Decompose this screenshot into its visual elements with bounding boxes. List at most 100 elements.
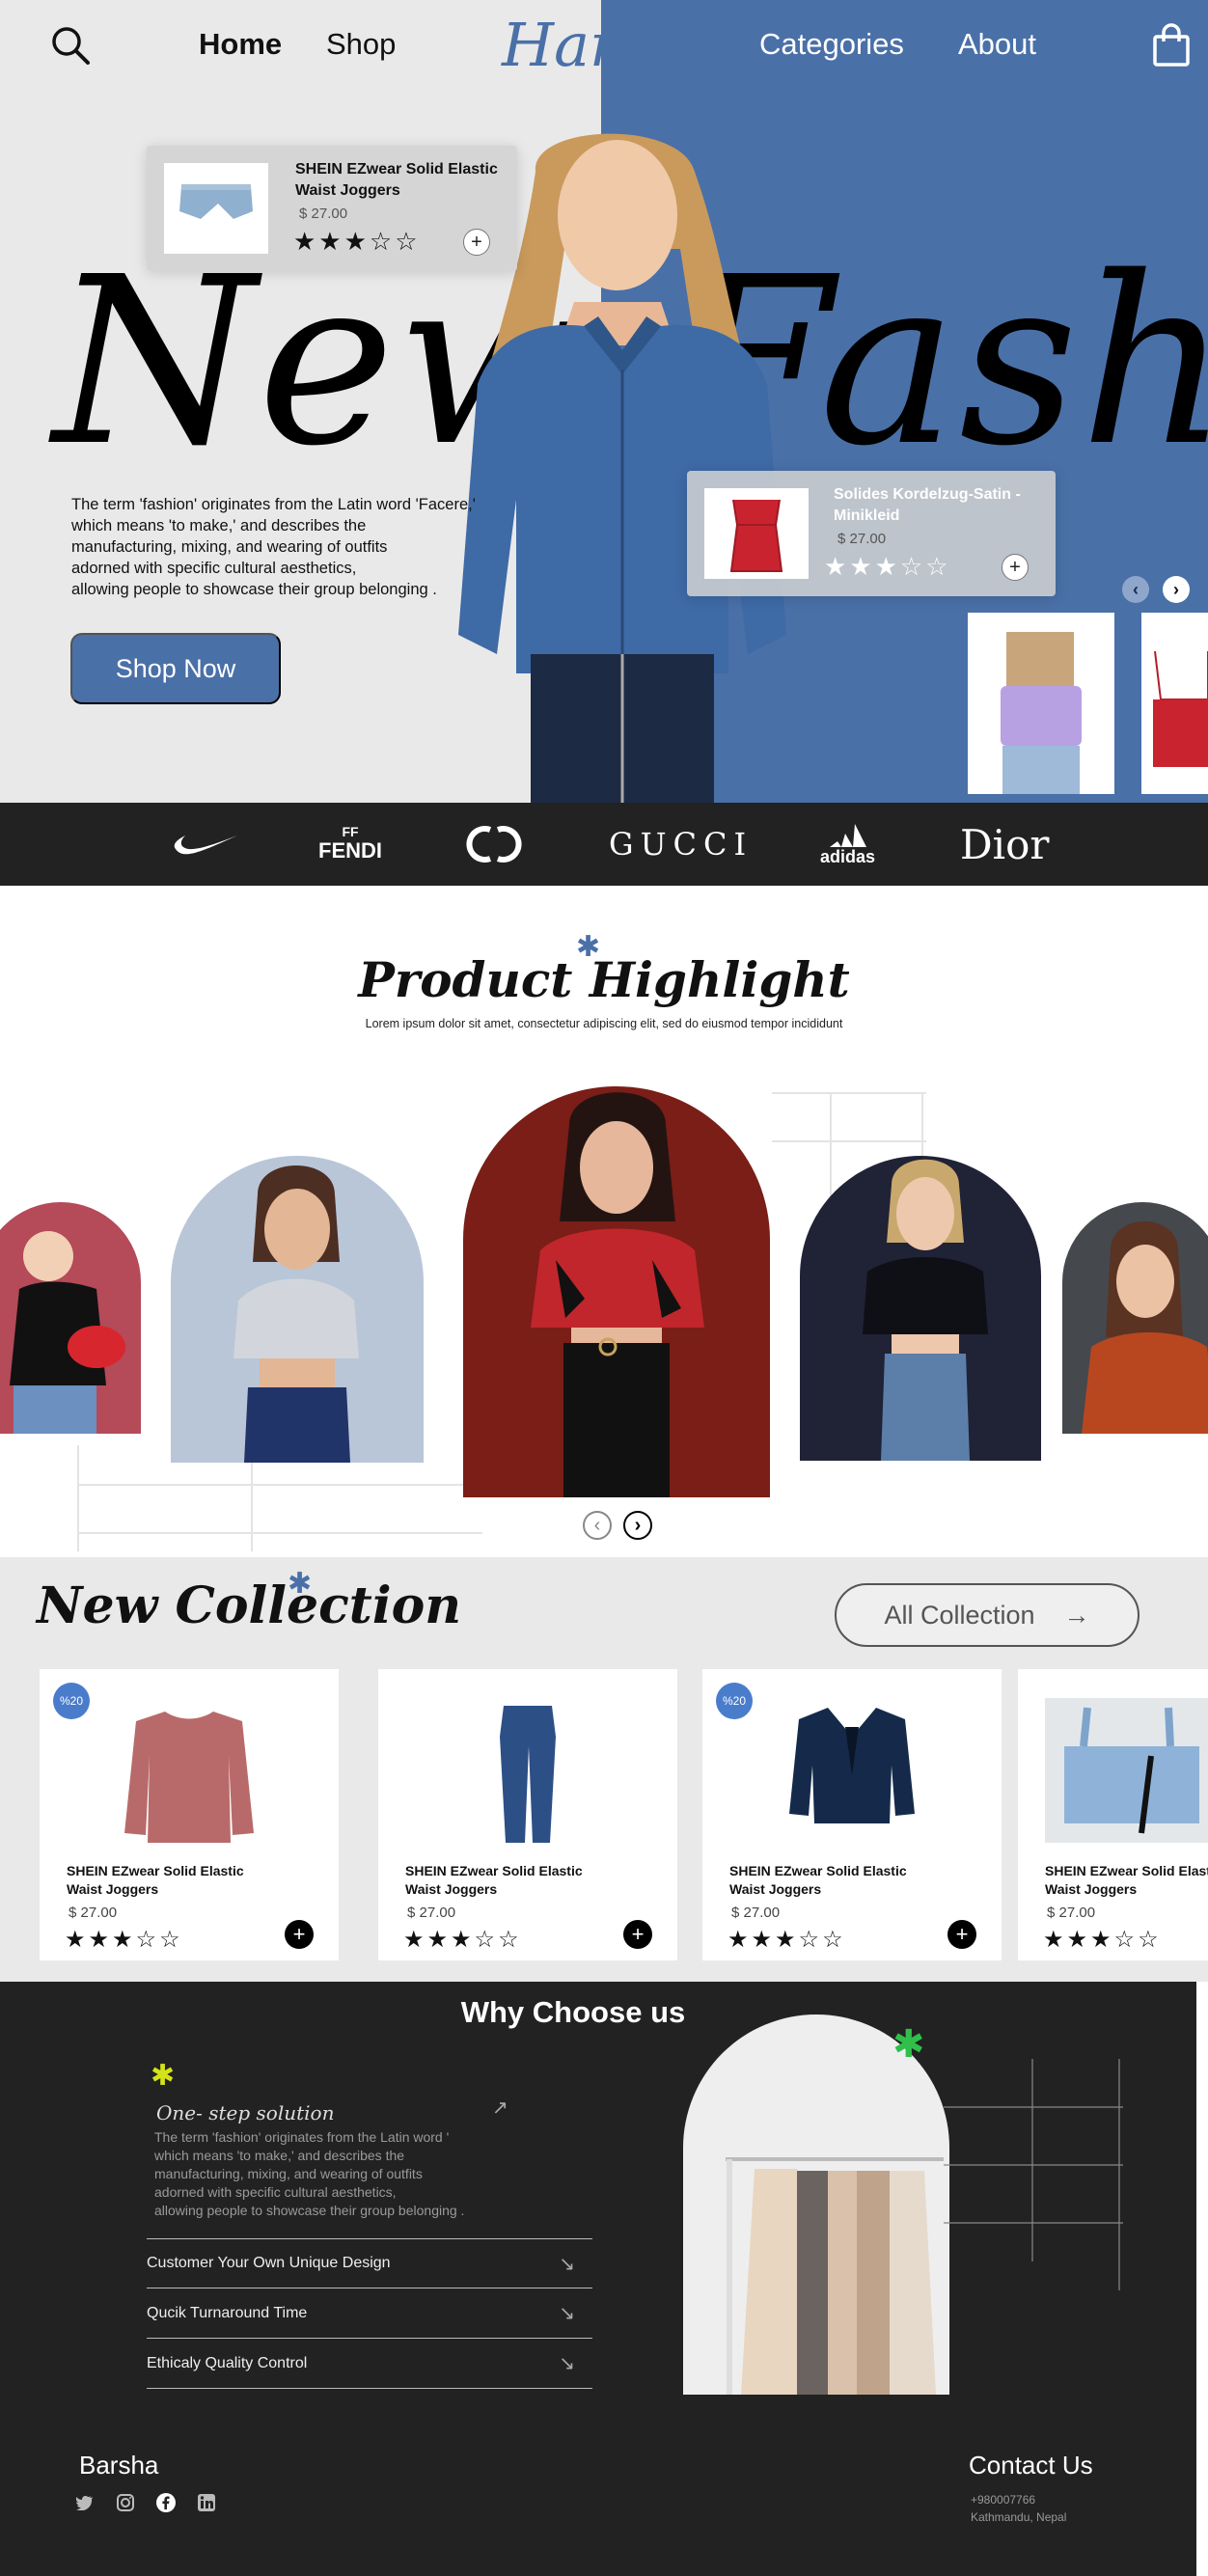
highlight-model-card[interactable] — [1062, 1202, 1208, 1434]
hero-product-card-2[interactable]: Solides Kordelzug-Satin -Minikleid $ 27.… — [687, 471, 1056, 596]
product-title: SHEIN EZwear Solid Elastic Waist Joggers — [67, 1863, 244, 1897]
new-collection-section: New Collection ✱ All Collection → %20 SH… — [0, 1557, 1208, 1982]
contact-phone[interactable]: +980007766 — [971, 2493, 1035, 2507]
contact-heading: Contact Us — [969, 2451, 1093, 2480]
brand-logo[interactable]: Hanger — [502, 10, 730, 80]
add-to-cart-button[interactable]: + — [463, 229, 490, 256]
product-title: SHEIN EZwear Solid Elastic Waist Joggers — [729, 1863, 907, 1897]
footer-brand: Barsha — [79, 2451, 159, 2480]
why-item-label: Customer Your Own Unique Design — [147, 2255, 391, 2271]
arrow-up-right-icon[interactable]: ↗ — [492, 2096, 508, 2120]
product-price: $ 27.00 — [69, 1905, 118, 1921]
highlight-next-button[interactable]: › — [623, 1511, 652, 1540]
product-card[interactable]: %20 SHEIN EZwear Solid Elastic Waist Jog… — [702, 1669, 1002, 1960]
nav-shop[interactable]: Shop — [326, 27, 396, 62]
all-collection-label: All Collection — [884, 1600, 1035, 1630]
discount-badge: %20 — [716, 1683, 753, 1719]
section-title: Why Choose us — [460, 1995, 686, 2029]
hero-product-card[interactable]: SHEIN EZwear Solid Elastic Waist Joggers… — [147, 146, 517, 271]
section-subtitle: Lorem ipsum dolor sit amet, consectetur … — [365, 1017, 843, 1030]
arrow-down-right-icon: ↘ — [559, 2253, 575, 2275]
section-title: Product Highlight — [358, 951, 850, 1008]
why-item[interactable]: Qucik Turnaround Time ↘ — [147, 2288, 592, 2339]
hero-section: Home Shop Hanger Categories About New Fa… — [0, 0, 1208, 803]
why-item-label: Qucik Turnaround Time — [147, 2304, 308, 2321]
arrow-right-icon: → — [1063, 1600, 1090, 1630]
grid-decoration — [944, 2059, 1123, 2290]
product-image — [500, 1706, 556, 1843]
nav-about[interactable]: About — [958, 27, 1036, 62]
product-title: Solides Kordelzug-Satin -Minikleid — [834, 486, 1021, 524]
nike-logo-icon — [174, 803, 239, 886]
product-rating: ★★★☆☆ — [1043, 1927, 1162, 1953]
instagram-icon[interactable] — [116, 2493, 135, 2512]
why-item[interactable]: Ethicaly Quality Control ↘ — [147, 2339, 592, 2389]
hero-description: The term 'fashion' originates from the L… — [71, 496, 476, 598]
asterisk-icon: ✱ — [892, 2023, 925, 2066]
twitter-icon[interactable] — [75, 2493, 95, 2512]
feature-heading: One- step solution — [156, 2101, 335, 2124]
facebook-icon[interactable] — [156, 2493, 176, 2512]
product-image — [1045, 1698, 1208, 1843]
highlight-model-card-featured[interactable] — [463, 1086, 770, 1497]
linkedin-icon[interactable] — [197, 2493, 216, 2512]
product-card[interactable]: SHEIN EZwear Solid Elastic Waist Joggers… — [378, 1669, 677, 1960]
highlight-prev-button[interactable]: ‹ — [583, 1511, 612, 1540]
product-image — [124, 1712, 254, 1843]
fendi-logo: FF FENDI — [318, 824, 382, 863]
product-highlight-section: ✱ Product Highlight Lorem ipsum dolor si… — [0, 886, 1208, 1557]
add-to-cart-button[interactable]: + — [947, 1920, 976, 1949]
why-item-label: Ethicaly Quality Control — [147, 2354, 308, 2371]
nav-home[interactable]: Home — [199, 27, 282, 62]
product-price: $ 27.00 — [407, 1905, 456, 1921]
product-card[interactable]: %20 SHEIN EZwear Solid Elastic Waist Jog… — [40, 1669, 339, 1960]
contact-address: Kathmandu, Nepal — [971, 2510, 1067, 2524]
product-title: SHEIN EZwear Solid Elastic Waist Joggers — [405, 1863, 583, 1897]
hero-thumbnail-2[interactable] — [1141, 613, 1208, 794]
product-price: $ 27.00 — [731, 1905, 781, 1921]
product-rating: ★★★☆☆ — [824, 552, 951, 581]
product-image — [789, 1708, 915, 1823]
product-price: $ 27.00 — [837, 531, 887, 547]
product-thumbnail — [164, 163, 268, 254]
product-card[interactable]: SHEIN EZwear Solid Elastic Waist Joggers… — [1018, 1669, 1208, 1960]
asterisk-icon: ✱ — [151, 2060, 176, 2092]
shopping-bag-icon[interactable] — [1152, 23, 1191, 72]
clothes-rack-image — [683, 2014, 949, 2395]
product-thumbnail — [704, 488, 809, 579]
asterisk-icon: ✱ — [288, 1568, 313, 1600]
nav-categories[interactable]: Categories — [759, 27, 904, 62]
add-to-cart-button[interactable]: + — [623, 1920, 652, 1949]
product-rating: ★★★☆☆ — [403, 1927, 522, 1953]
shop-now-button[interactable]: Shop Now — [70, 633, 281, 704]
why-item[interactable]: Customer Your Own Unique Design ↘ — [147, 2238, 592, 2288]
product-price: $ 27.00 — [1047, 1905, 1096, 1921]
product-title: SHEIN EZwear Solid Elastic Waist Joggers — [1045, 1863, 1208, 1897]
product-rating: ★★★☆☆ — [728, 1927, 846, 1953]
highlight-model-card[interactable] — [0, 1202, 141, 1434]
hero-thumbnail[interactable] — [968, 613, 1114, 794]
why-choose-section: Why Choose us ✱ One- step solution ↗ The… — [0, 1982, 1196, 2576]
feature-description: The term 'fashion' originates from the L… — [154, 2129, 465, 2218]
all-collection-button[interactable]: All Collection → — [835, 1583, 1139, 1647]
add-to-cart-button[interactable]: + — [285, 1920, 314, 1949]
add-to-cart-button[interactable]: + — [1002, 554, 1029, 581]
product-title: SHEIN EZwear Solid Elastic Waist Joggers — [295, 161, 498, 199]
search-icon[interactable] — [50, 25, 91, 70]
hero-prev-button[interactable]: ‹ — [1122, 576, 1149, 603]
brand-strip: FF FENDI GUCCI adidas Dior — [0, 803, 1208, 886]
chanel-logo-icon — [463, 803, 525, 886]
adidas-logo: adidas — [820, 803, 875, 886]
dior-logo: Dior — [960, 820, 1050, 868]
discount-badge: %20 — [53, 1683, 90, 1719]
highlight-model-card[interactable] — [800, 1156, 1041, 1461]
product-price: $ 27.00 — [299, 206, 348, 222]
hero-next-button[interactable]: › — [1163, 576, 1190, 603]
product-rating: ★★★☆☆ — [65, 1927, 183, 1953]
gucci-logo: GUCCI — [609, 826, 754, 863]
section-title: New Collection — [37, 1576, 462, 1635]
highlight-model-card[interactable] — [171, 1156, 424, 1463]
product-rating: ★★★☆☆ — [293, 227, 421, 256]
arrow-down-right-icon: ↘ — [559, 2303, 575, 2324]
arrow-down-right-icon: ↘ — [559, 2353, 575, 2374]
